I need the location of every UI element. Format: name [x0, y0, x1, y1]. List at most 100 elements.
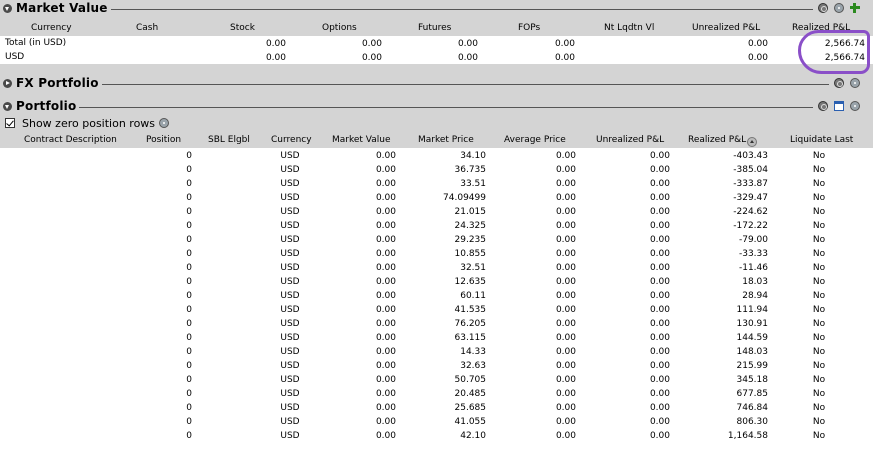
cell-currency: USD — [280, 417, 300, 427]
cell-market-value: 0.00 — [375, 389, 396, 399]
col-average-price[interactable]: Average Price — [504, 135, 566, 145]
col-stock[interactable]: Stock — [230, 23, 255, 33]
col-market-price[interactable]: Market Price — [418, 135, 474, 145]
cell-stock: 0.00 — [265, 53, 286, 63]
cell-liquidate-last: No — [812, 389, 826, 399]
cell-market-value: 0.00 — [375, 431, 396, 441]
info-icon[interactable] — [834, 3, 844, 13]
info-icon[interactable] — [850, 78, 860, 88]
cell-liquidate-last: No — [812, 235, 826, 245]
cell-average-price: 0.00 — [555, 179, 576, 189]
cell-fops: 0.00 — [554, 39, 575, 49]
cell-market-price: 50.705 — [454, 375, 487, 385]
col-currency[interactable]: Currency — [31, 23, 72, 33]
fx-portfolio-header: FX Portfolio — [0, 76, 873, 92]
cell-market-price: 74.09499 — [443, 193, 486, 203]
cell-position: 0 — [186, 431, 192, 441]
col-unrealized-pl[interactable]: Unrealized P&L — [596, 135, 664, 145]
col-unrealized-pl[interactable]: Unrealized P&L — [692, 23, 760, 33]
cell-market-value: 0.00 — [375, 291, 396, 301]
cell-realized-pl: -224.62 — [733, 207, 768, 217]
cell-position: 0 — [186, 291, 192, 301]
col-sbl-elgbl[interactable]: SBL Elgbl — [208, 135, 250, 145]
col-position[interactable]: Position — [146, 135, 181, 145]
collapse-toggle-icon[interactable] — [3, 4, 12, 13]
col-liquidate-last[interactable]: Liquidate Last — [790, 135, 853, 145]
cell-liquidate-last: No — [812, 319, 826, 329]
cell-currency: USD — [280, 403, 300, 413]
cell-market-price: 34.10 — [460, 151, 486, 161]
cell-currency: USD — [280, 291, 300, 301]
cell-currency: USD — [280, 165, 300, 175]
col-options[interactable]: Options — [322, 23, 357, 33]
col-contract-description[interactable]: Contract Description — [24, 135, 117, 145]
link-icon[interactable] — [818, 3, 828, 13]
col-market-value[interactable]: Market Value — [332, 135, 391, 145]
cell-market-price: 76.205 — [454, 319, 487, 329]
col-currency[interactable]: Currency — [271, 135, 312, 145]
cell-market-price: 33.51 — [460, 179, 486, 189]
sort-icon[interactable] — [747, 137, 757, 147]
market-value-column-header: Currency Cash Stock Options Futures FOPs… — [0, 22, 873, 34]
link-icon[interactable] — [834, 78, 844, 88]
cell-liquidate-last: No — [812, 291, 826, 301]
col-cash[interactable]: Cash — [136, 23, 158, 33]
cell-currency: USD — [280, 333, 300, 343]
cell-unrealized-pl: 0.00 — [649, 291, 670, 301]
plus-icon[interactable] — [850, 3, 860, 13]
cell-unrealized-pl: 0.00 — [649, 193, 670, 203]
cell-market-value: 0.00 — [375, 375, 396, 385]
collapse-toggle-icon[interactable] — [3, 102, 12, 111]
market-value-header: Market Value — [0, 1, 873, 17]
cell-unrealized: 0.00 — [747, 53, 768, 63]
cell-realized-pl: -385.04 — [733, 165, 768, 175]
cell-market-value: 0.00 — [375, 417, 396, 427]
cell-market-price: 32.51 — [460, 263, 486, 273]
info-icon[interactable] — [850, 101, 860, 111]
cell-position: 0 — [186, 389, 192, 399]
cell-market-price: 25.685 — [454, 403, 487, 413]
cell-unrealized-pl: 0.00 — [649, 389, 670, 399]
show-zero-checkbox[interactable] — [5, 118, 15, 128]
cell-unrealized-pl: 0.00 — [649, 235, 670, 245]
cell-fops: 0.00 — [554, 53, 575, 63]
cell-average-price: 0.00 — [555, 319, 576, 329]
cell-position: 0 — [186, 165, 192, 175]
show-zero-label[interactable]: Show zero position rows — [22, 117, 155, 130]
detach-window-icon[interactable] — [834, 101, 844, 111]
cell-unrealized-pl: 0.00 — [649, 347, 670, 357]
fx-portfolio-title: FX Portfolio — [16, 76, 102, 90]
cell-liquidate-last: No — [812, 221, 826, 231]
cell-unrealized-pl: 0.00 — [649, 305, 670, 315]
cell-liquidate-last: No — [812, 347, 826, 357]
cell-position: 0 — [186, 179, 192, 189]
cell-unrealized-pl: 0.00 — [649, 249, 670, 259]
info-icon[interactable] — [159, 118, 169, 128]
cell-market-value: 0.00 — [375, 403, 396, 413]
cell-currency: USD — [280, 319, 300, 329]
col-nt-lqdtn-vl[interactable]: Nt Lqdtn Vl — [604, 23, 654, 33]
cell-currency: Total (in USD) — [5, 38, 67, 48]
cell-realized-pl: 1,164.58 — [727, 431, 768, 441]
cell-unrealized: 0.00 — [747, 39, 768, 49]
cell-unrealized-pl: 0.00 — [649, 151, 670, 161]
expand-toggle-icon[interactable] — [3, 79, 12, 88]
cell-liquidate-last: No — [812, 263, 826, 273]
cell-realized-pl: -11.46 — [738, 263, 768, 273]
cell-currency: USD — [280, 249, 300, 259]
cell-position: 0 — [186, 333, 192, 343]
cell-realized-pl: -79.00 — [738, 235, 768, 245]
cell-market-price: 24.325 — [454, 221, 487, 231]
cell-liquidate-last: No — [812, 375, 826, 385]
col-futures[interactable]: Futures — [418, 23, 451, 33]
divider — [92, 84, 829, 85]
link-icon[interactable] — [818, 101, 828, 111]
col-fops[interactable]: FOPs — [518, 23, 540, 33]
cell-options: 0.00 — [361, 53, 382, 63]
cell-currency: USD — [280, 151, 300, 161]
cell-position: 0 — [186, 361, 192, 371]
cell-market-price: 63.115 — [454, 333, 487, 343]
col-realized-pl[interactable]: Realized P&L — [688, 135, 746, 145]
cell-unrealized-pl: 0.00 — [649, 431, 670, 441]
cell-currency: USD — [5, 52, 25, 62]
